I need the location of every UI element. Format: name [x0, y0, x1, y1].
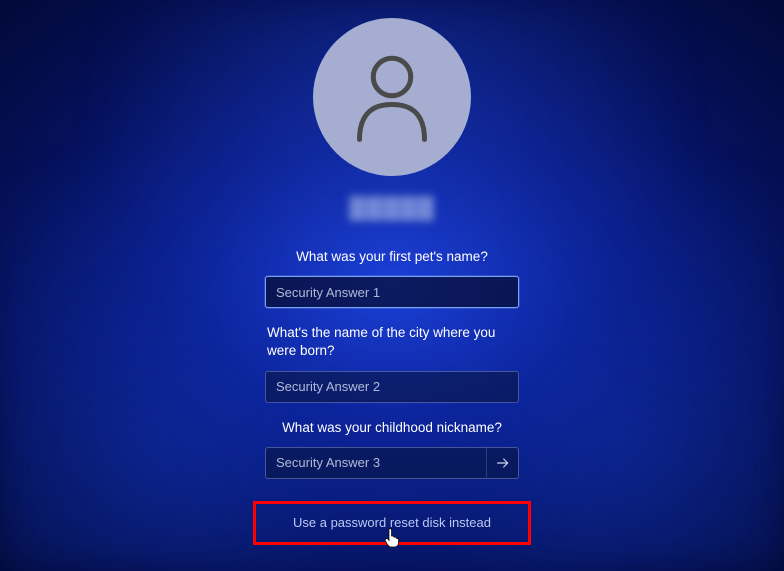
answer-2-wrap — [265, 371, 519, 403]
security-question-2: What's the name of the city where you we… — [265, 324, 519, 360]
submit-button[interactable] — [486, 448, 518, 478]
arrow-right-icon — [495, 455, 511, 471]
username-label: ▓▓▓▓▓ — [349, 194, 434, 220]
user-avatar — [313, 18, 471, 176]
security-answer-1-input[interactable] — [265, 276, 519, 308]
answer-1-wrap — [265, 276, 519, 308]
password-reset-disk-link[interactable]: Use a password reset disk instead — [293, 515, 491, 530]
security-answer-3-input[interactable] — [265, 447, 519, 479]
security-question-1: What was your first pet's name? — [296, 248, 488, 266]
security-question-3: What was your childhood nickname? — [282, 419, 502, 437]
answer-3-wrap — [265, 447, 519, 479]
login-recovery-panel: ▓▓▓▓▓ What was your first pet's name? Wh… — [0, 0, 784, 545]
security-answer-2-input[interactable] — [265, 371, 519, 403]
person-icon — [352, 52, 432, 142]
reset-disk-highlight-box: Use a password reset disk instead — [253, 501, 531, 545]
